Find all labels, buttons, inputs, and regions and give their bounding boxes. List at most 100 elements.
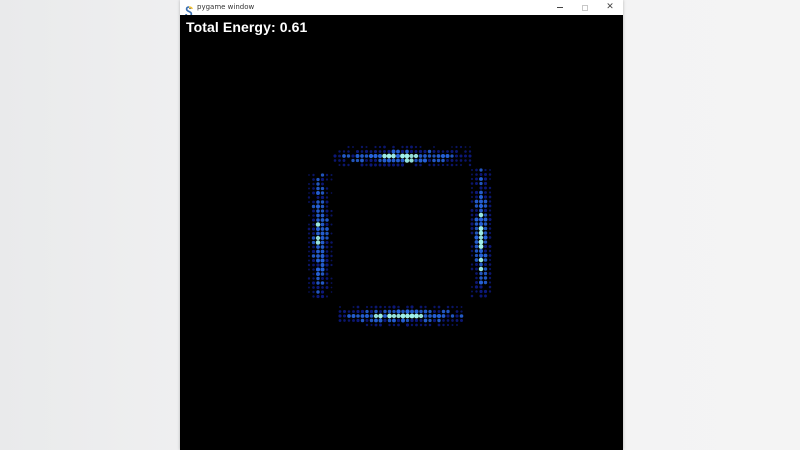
energy-particle [460, 306, 463, 308]
energy-particle [455, 159, 458, 162]
energy-particle [478, 244, 484, 249]
energy-particle [351, 314, 356, 318]
energy-particle [391, 158, 396, 163]
energy-particle [330, 259, 333, 262]
energy-particle [312, 263, 315, 267]
energy-particle [419, 305, 423, 309]
energy-particle [454, 154, 459, 158]
energy-particle [338, 319, 342, 322]
energy-particle [312, 182, 315, 186]
energy-particle [387, 309, 392, 314]
energy-particle [445, 153, 450, 159]
energy-particle [432, 318, 437, 323]
energy-particle [488, 173, 492, 176]
energy-particle [474, 231, 479, 235]
energy-particle [440, 153, 446, 159]
energy-particle [325, 227, 329, 231]
energy-particle [307, 187, 311, 190]
energy-particle [355, 149, 360, 154]
energy-particle [414, 318, 419, 323]
energy-particle [342, 309, 347, 314]
energy-particle [423, 149, 427, 154]
energy-particle [478, 217, 484, 222]
title-bar[interactable]: pygame window ✕ [180, 0, 623, 17]
energy-particle [320, 236, 325, 240]
energy-particle [410, 323, 414, 327]
energy-particle [479, 173, 483, 176]
energy-particle [400, 158, 405, 163]
energy-particle [410, 318, 414, 323]
energy-particle [488, 236, 492, 239]
energy-particle [488, 263, 492, 266]
energy-particle [373, 149, 378, 154]
energy-particle [308, 192, 310, 194]
energy-particle [330, 173, 333, 177]
energy-particle [379, 310, 382, 313]
energy-particle [316, 245, 320, 249]
energy-particle [325, 277, 329, 280]
energy-particle [377, 153, 383, 159]
energy-particle [356, 309, 360, 314]
energy-particle [307, 254, 311, 258]
energy-particle [455, 305, 459, 309]
energy-particle [475, 276, 478, 280]
energy-particle [455, 319, 459, 322]
energy-particle [316, 213, 320, 218]
energy-particle [311, 258, 316, 263]
energy-particle [446, 163, 449, 167]
energy-particle [437, 310, 441, 313]
energy-particle [373, 153, 378, 159]
energy-particle [488, 272, 492, 275]
energy-particle [392, 309, 396, 314]
game-canvas[interactable]: Total Energy: 0.61 [180, 15, 623, 450]
energy-particle [325, 258, 329, 263]
energy-particle [316, 196, 320, 199]
energy-particle [321, 277, 324, 280]
energy-particle [320, 222, 325, 227]
energy-particle [374, 163, 377, 167]
energy-particle [312, 178, 315, 181]
energy-particle [400, 163, 405, 167]
energy-particle [423, 314, 428, 318]
energy-particle [446, 314, 450, 318]
minimize-button[interactable] [548, 0, 572, 15]
energy-particle [488, 285, 492, 289]
energy-particle [451, 319, 454, 322]
energy-particle [325, 263, 329, 267]
energy-particle [483, 213, 488, 217]
energy-particle [423, 318, 428, 323]
energy-particle [330, 254, 333, 258]
energy-particle [460, 319, 463, 322]
energy-particle [320, 195, 325, 200]
energy-particle [330, 263, 333, 267]
energy-particle [437, 305, 441, 309]
energy-particle [478, 230, 484, 236]
energy-particle [474, 240, 479, 244]
energy-particle [455, 150, 458, 153]
energy-particle [470, 186, 474, 190]
energy-particle [446, 319, 450, 322]
energy-particle [338, 314, 342, 318]
energy-particle [396, 163, 400, 167]
energy-particle [418, 313, 424, 319]
energy-particle [360, 163, 364, 167]
energy-particle [315, 240, 321, 245]
energy-particle [432, 154, 436, 158]
total-energy-label: Total Energy: 0.61 [186, 19, 308, 35]
maximize-button[interactable] [573, 0, 597, 15]
energy-particle [391, 153, 396, 159]
energy-particle [478, 253, 484, 258]
energy-particle [479, 289, 483, 294]
energy-particle [468, 150, 472, 153]
energy-particle [470, 168, 474, 172]
energy-particle [470, 209, 474, 212]
energy-particle [479, 285, 483, 289]
energy-particle [483, 195, 488, 199]
energy-particle [316, 285, 320, 290]
close-button[interactable]: ✕ [598, 0, 622, 15]
energy-particle [470, 267, 474, 271]
energy-particle [325, 218, 329, 222]
energy-particle [479, 271, 483, 276]
energy-particle [330, 192, 333, 194]
energy-particle [378, 163, 382, 167]
